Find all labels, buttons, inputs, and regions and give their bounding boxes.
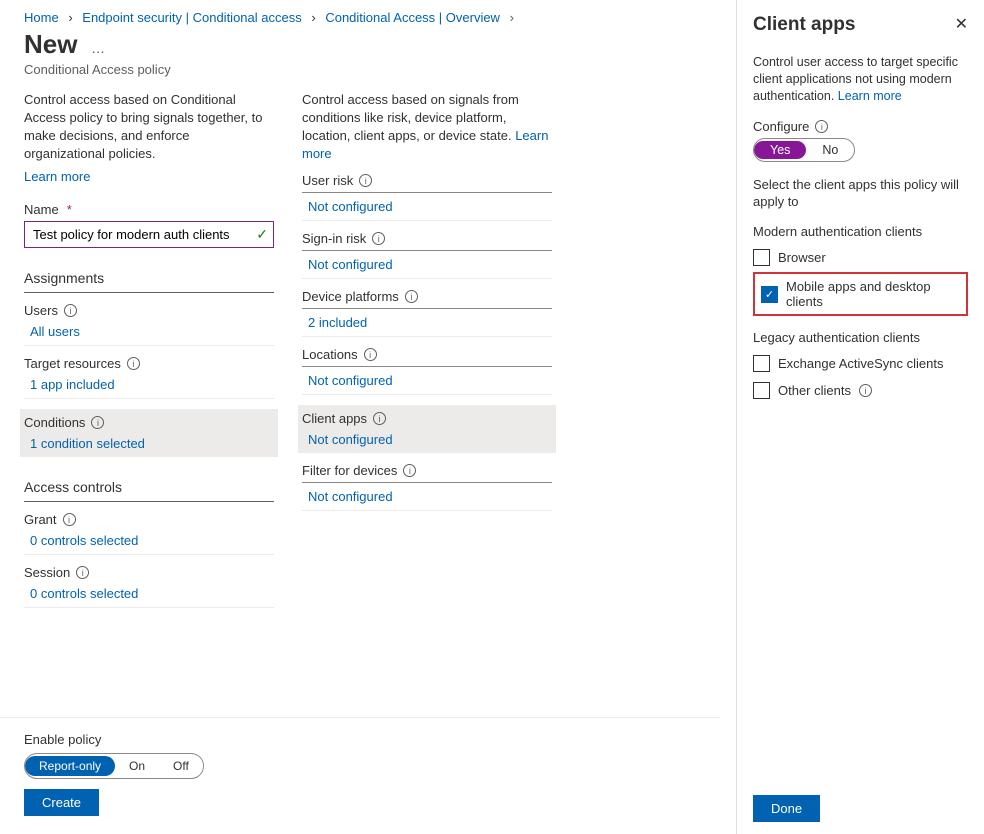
- close-icon[interactable]: ✕: [955, 14, 968, 34]
- pane-title: Client apps: [753, 14, 855, 36]
- user-risk-value[interactable]: Not configured: [302, 199, 552, 214]
- info-icon[interactable]: i: [359, 174, 372, 187]
- learn-more-link[interactable]: Learn more: [24, 169, 90, 184]
- checkbox-icon[interactable]: [753, 249, 770, 266]
- breadcrumb-conditional-access[interactable]: Conditional Access | Overview: [325, 10, 500, 25]
- footer-bar: Enable policy Report-only On Off Create: [0, 717, 720, 834]
- checkbox-icon[interactable]: [753, 355, 770, 372]
- info-icon[interactable]: i: [859, 384, 872, 397]
- signin-risk-block[interactable]: Sign-in riski Not configured: [302, 231, 552, 279]
- more-icon[interactable]: …: [91, 40, 107, 56]
- device-platforms-value[interactable]: 2 included: [302, 315, 552, 330]
- client-apps-value[interactable]: Not configured: [302, 432, 550, 447]
- chevron-right-icon: ›: [311, 10, 315, 25]
- signin-risk-value[interactable]: Not configured: [302, 257, 552, 272]
- enable-policy-label: Enable policy: [24, 732, 696, 747]
- legacy-auth-label: Legacy authentication clients: [753, 330, 968, 345]
- info-icon[interactable]: i: [91, 416, 104, 429]
- checkbox-icon[interactable]: [753, 382, 770, 399]
- info-icon[interactable]: i: [64, 304, 77, 317]
- left-description: Control access based on Conditional Acce…: [24, 91, 274, 163]
- checkbox-label: Browser: [778, 250, 826, 265]
- assignments-header: Assignments: [24, 270, 274, 293]
- breadcrumb-endpoint-security[interactable]: Endpoint security | Conditional access: [82, 10, 301, 25]
- filter-devices-value[interactable]: Not configured: [302, 489, 552, 504]
- checkmark-icon: ✓: [256, 226, 268, 243]
- locations-block[interactable]: Locationsi Not configured: [302, 347, 552, 395]
- locations-value[interactable]: Not configured: [302, 373, 552, 388]
- pane-description: Control user access to target specific c…: [753, 54, 968, 105]
- info-icon[interactable]: i: [76, 566, 89, 579]
- toggle-no[interactable]: No: [806, 141, 854, 159]
- info-icon[interactable]: i: [127, 357, 140, 370]
- conditions-block[interactable]: Conditionsi 1 condition selected: [20, 409, 278, 457]
- pill-off[interactable]: Off: [159, 756, 203, 776]
- checkbox-mobile-desktop[interactable]: ✓ Mobile apps and desktop clients: [761, 279, 960, 309]
- chevron-right-icon: ›: [68, 10, 72, 25]
- configure-toggle[interactable]: Yes No: [753, 138, 855, 162]
- client-apps-pane: Client apps ✕ Control user access to tar…: [736, 0, 984, 834]
- target-resources-value[interactable]: 1 app included: [24, 377, 274, 392]
- conditions-value[interactable]: 1 condition selected: [24, 436, 272, 451]
- left-column: Control access based on Conditional Acce…: [24, 91, 274, 608]
- info-icon[interactable]: i: [372, 232, 385, 245]
- checkbox-label: Exchange ActiveSync clients: [778, 356, 943, 371]
- user-risk-block[interactable]: User riski Not configured: [302, 173, 552, 221]
- checkbox-checked-icon[interactable]: ✓: [761, 286, 778, 303]
- learn-more-link[interactable]: Learn more: [838, 89, 902, 103]
- session-block[interactable]: Sessioni 0 controls selected: [24, 565, 274, 608]
- toggle-yes[interactable]: Yes: [754, 141, 806, 159]
- breadcrumb-home[interactable]: Home: [24, 10, 59, 25]
- grant-value[interactable]: 0 controls selected: [24, 533, 274, 548]
- checkbox-eas[interactable]: Exchange ActiveSync clients: [753, 355, 968, 372]
- info-icon[interactable]: i: [373, 412, 386, 425]
- conditions-description: Control access based on signals from con…: [302, 91, 552, 163]
- name-input[interactable]: [24, 221, 274, 248]
- done-button[interactable]: Done: [753, 795, 820, 822]
- client-apps-block[interactable]: Client appsi Not configured: [298, 405, 556, 453]
- users-block[interactable]: Usersi All users: [24, 303, 274, 346]
- filter-devices-block[interactable]: Filter for devicesi Not configured: [302, 463, 552, 511]
- name-label: Name*: [24, 202, 274, 217]
- pill-report-only[interactable]: Report-only: [25, 756, 115, 776]
- access-controls-header: Access controls: [24, 479, 274, 502]
- session-value[interactable]: 0 controls selected: [24, 586, 274, 601]
- checkbox-label: Mobile apps and desktop clients: [786, 279, 960, 309]
- info-icon[interactable]: i: [403, 464, 416, 477]
- info-icon[interactable]: i: [405, 290, 418, 303]
- target-resources-block[interactable]: Target resourcesi 1 app included: [24, 356, 274, 399]
- checkbox-other-clients[interactable]: Other clients i: [753, 382, 968, 399]
- checkbox-label: Other clients: [778, 383, 851, 398]
- grant-block[interactable]: Granti 0 controls selected: [24, 512, 274, 555]
- configure-label: Configurei: [753, 119, 968, 134]
- checkbox-browser[interactable]: Browser: [753, 249, 968, 266]
- select-clients-label: Select the client apps this policy will …: [753, 176, 968, 210]
- device-platforms-block[interactable]: Device platformsi 2 included: [302, 289, 552, 337]
- pill-on[interactable]: On: [115, 756, 159, 776]
- users-value[interactable]: All users: [24, 324, 274, 339]
- highlight-mobile-desktop: ✓ Mobile apps and desktop clients: [753, 272, 968, 316]
- conditions-column: Control access based on signals from con…: [302, 91, 552, 608]
- info-icon[interactable]: i: [63, 513, 76, 526]
- create-button[interactable]: Create: [24, 789, 99, 816]
- info-icon[interactable]: i: [364, 348, 377, 361]
- enable-policy-toggle[interactable]: Report-only On Off: [24, 753, 204, 779]
- chevron-right-icon: ›: [510, 10, 514, 25]
- page-title: New: [24, 29, 77, 60]
- modern-auth-label: Modern authentication clients: [753, 224, 968, 239]
- info-icon[interactable]: i: [815, 120, 828, 133]
